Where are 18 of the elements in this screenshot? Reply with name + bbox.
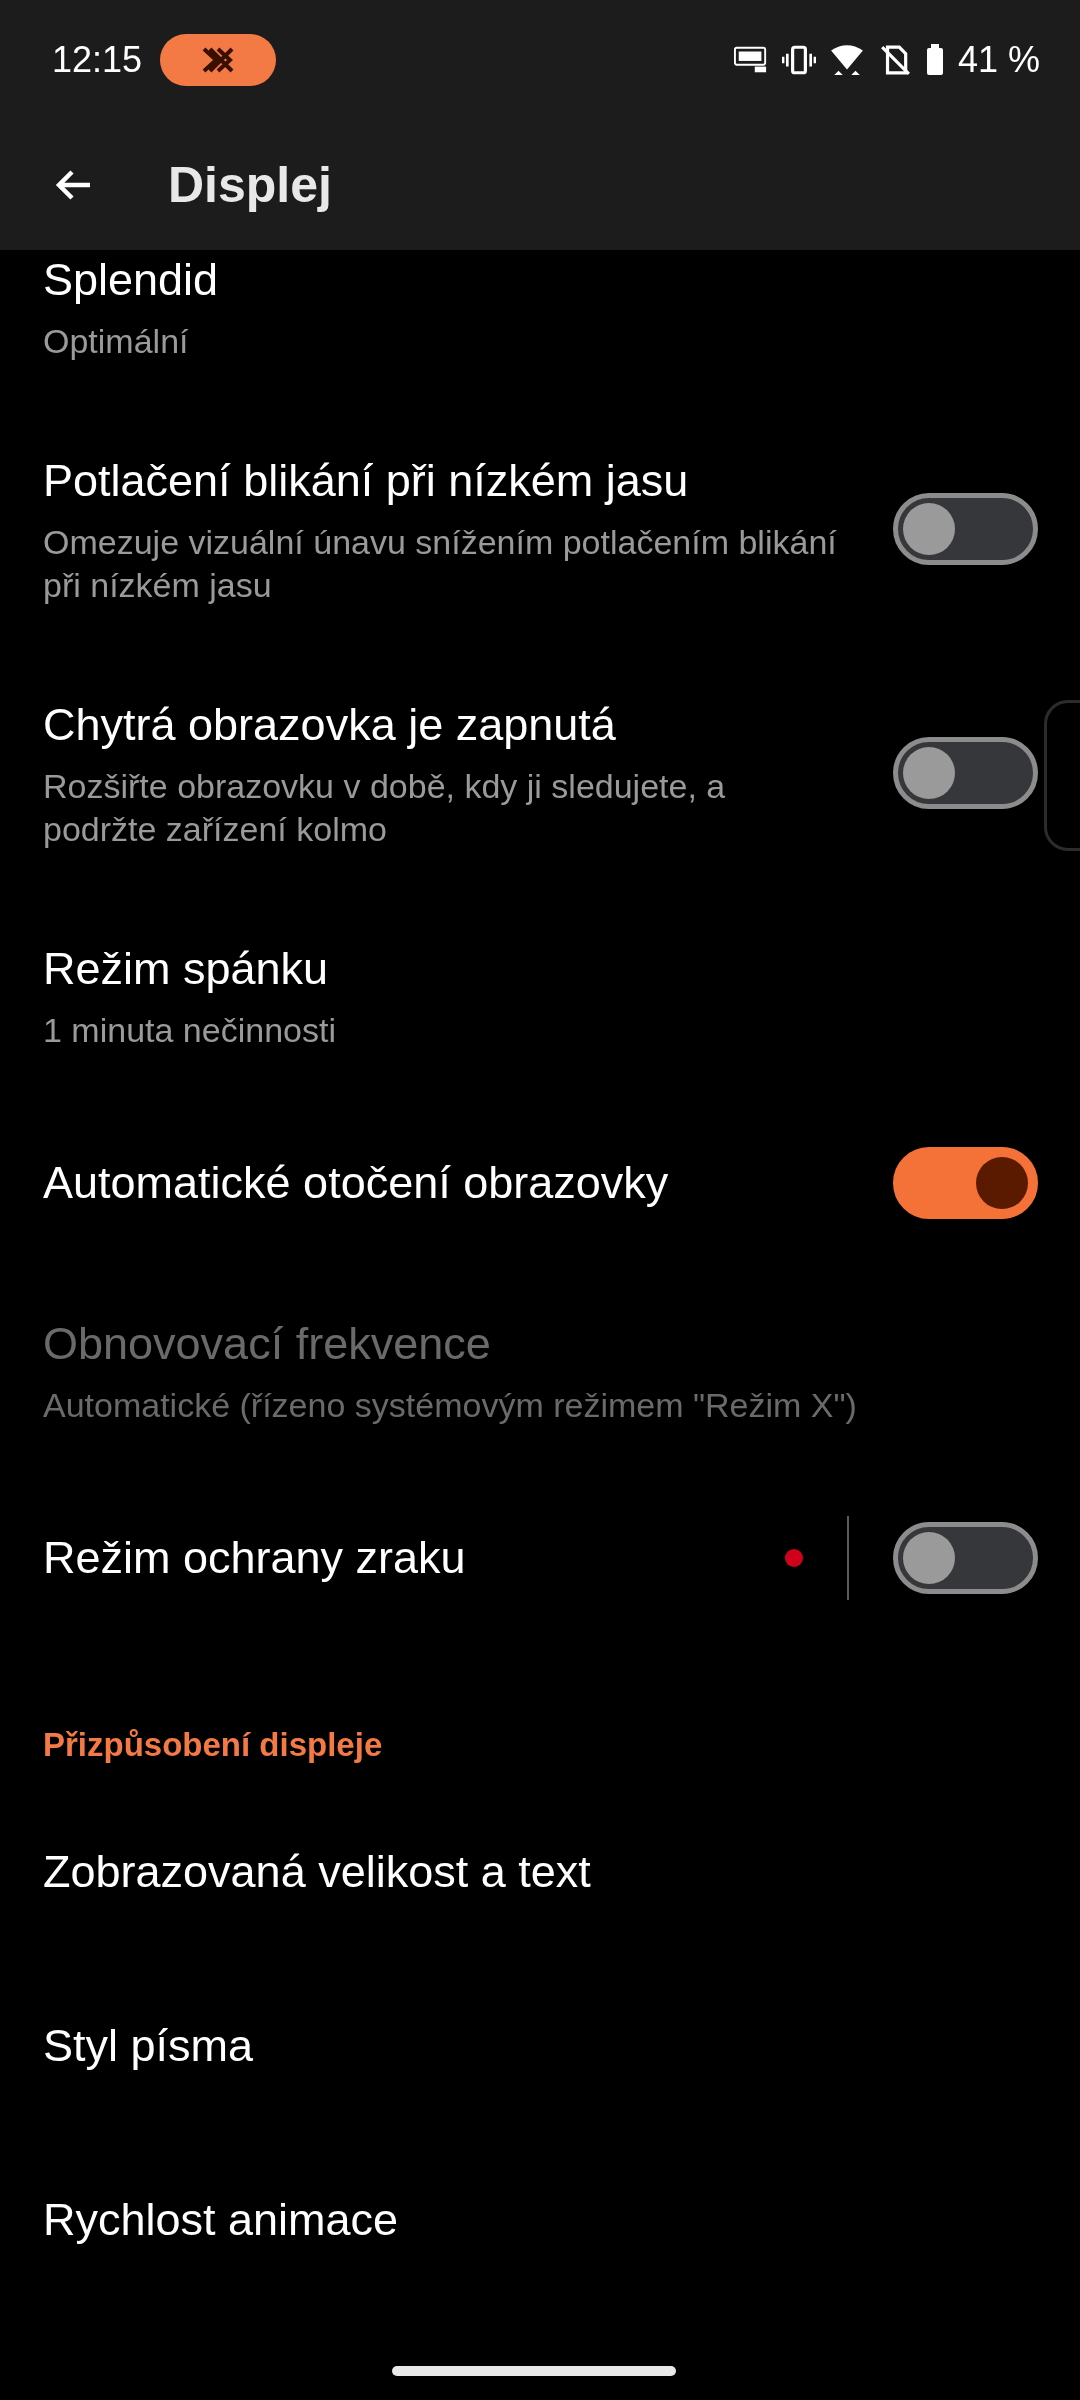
section-header: Přizpůsobení displeje bbox=[42, 1725, 384, 1765]
setting-item: Obnovovací frekvence Automatické (řízeno systémovým režimem "Režim X") bbox=[42, 1317, 858, 1426]
battery-percent: 41 % bbox=[957, 39, 1040, 81]
vibrate-icon bbox=[781, 44, 816, 76]
game-mode-icon bbox=[160, 34, 277, 86]
status-time: 12:15 bbox=[52, 39, 143, 81]
setting-item[interactable]: Splendid Optimální bbox=[0, 250, 1080, 407]
setting-item[interactable]: Režim spánku 1 minuta nečinnosti bbox=[0, 895, 1080, 1096]
wifi-icon bbox=[829, 44, 864, 76]
setting-item[interactable]: Potlačení blikání při nízkém jasu Omezuje vizuální únavu snížením potlačením blikání při nízkém jasu bbox=[0, 407, 1080, 651]
page-title: Displej bbox=[168, 156, 332, 214]
battery-icon bbox=[925, 44, 944, 76]
setting-item[interactable]: Automatické otočení obrazovky bbox=[0, 1096, 1080, 1270]
setting-item[interactable]: Zobrazovaná velikost a text bbox=[0, 1785, 1080, 1959]
setting-item[interactable]: Režim ochrany zraku bbox=[0, 1471, 1080, 1645]
setting-item[interactable]: Styl písma bbox=[0, 1959, 1080, 2133]
setting-item[interactable]: Chytrá obrazovka je zapnutá Rozšiřte obrazovku v době, kdy ji sledujete, a podržte zařízení kolmo bbox=[0, 651, 1080, 895]
setting-item[interactable]: Rychlost animace bbox=[0, 2133, 1080, 2307]
